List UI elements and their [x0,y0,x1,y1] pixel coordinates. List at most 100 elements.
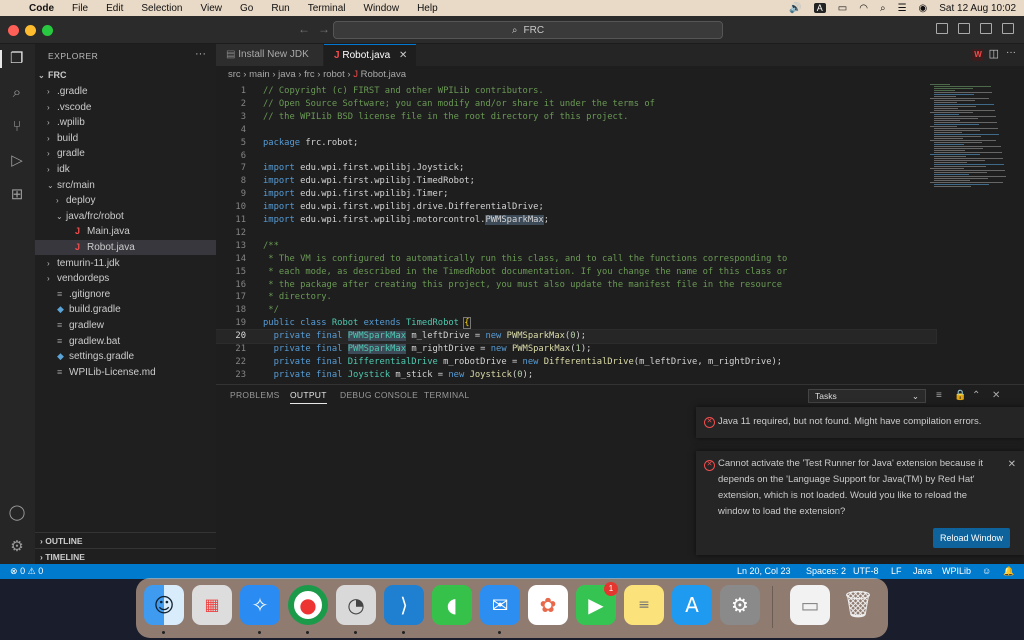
launchpad-icon[interactable]: ▦ [192,585,232,625]
workspace-root[interactable]: ⌄ FRC [35,68,216,83]
tree-item[interactable]: › temurin-11.jdk [35,256,216,271]
explorer-icon[interactable]: ❐ [0,50,35,68]
code-line[interactable]: 12 [216,227,936,240]
menu-go[interactable]: Go [231,3,262,14]
tree-item[interactable]: › gradle [35,146,216,161]
code-line[interactable]: 11 import edu.wpi.first.wpilibj.motorcont… [216,214,936,227]
more-actions-icon[interactable]: ··· [1006,47,1016,58]
tree-item[interactable]: › vendordeps [35,271,216,286]
tree-item[interactable]: › idk [35,162,216,177]
code-line[interactable]: 10 import edu.wpi.first.wpilibj.drive.Dif… [216,201,936,214]
volume-icon[interactable]: 🔊 [789,3,801,14]
extensions-icon[interactable]: ⊞ [8,186,26,204]
menu-app-code[interactable]: Code [20,3,63,14]
language-status[interactable]: Java [913,564,932,579]
instruments-icon[interactable]: ◔ [336,585,376,625]
minimap[interactable] [930,84,1010,194]
menu-file[interactable]: File [63,3,97,14]
tree-item[interactable]: ◆ settings.gradle [35,349,216,364]
search-icon[interactable]: ⌕ [8,84,26,102]
preview-icon[interactable]: ▭ [790,585,830,625]
code-line[interactable]: 5 package frc.robot; [216,137,936,150]
tree-item[interactable]: ≡ gradlew [35,318,216,333]
siri-icon[interactable]: ◉ [919,3,928,14]
menu-help[interactable]: Help [408,3,447,14]
breadcrumb-item[interactable]: main [249,69,270,80]
tree-item[interactable]: J Main.java [35,224,216,239]
code-line[interactable]: 17 * directory. [216,291,936,304]
menu-selection[interactable]: Selection [132,3,191,14]
feedback-icon[interactable]: ☺ [982,564,991,579]
clear-output-icon[interactable]: ≡ [936,390,942,401]
close-notification-icon[interactable]: ✕ [1008,457,1016,473]
timeline-section[interactable]: › TIMELINE [35,548,216,564]
toggle-panel-icon[interactable] [958,23,970,34]
tree-item[interactable]: ⌄ java/frc/robot [35,209,216,224]
tree-item[interactable]: › .vscode [35,100,216,115]
breadcrumb-item[interactable]: java [278,69,295,80]
tree-item[interactable]: J Robot.java [35,240,216,255]
tab-terminal[interactable]: TERMINAL [424,390,469,400]
finder-icon[interactable]: ☺ [144,585,184,625]
run-debug-icon[interactable]: ▷ [8,152,26,170]
zoom-window-button[interactable] [42,25,53,36]
encoding-status[interactable]: UTF-8 [853,564,879,579]
notes-icon[interactable]: ≡ [624,585,664,625]
menu-window[interactable]: Window [355,3,409,14]
tree-item[interactable]: ≡ gradlew.bat [35,334,216,349]
system-settings-icon[interactable]: ⚙ [720,585,760,625]
safari-icon[interactable]: ✧ [240,585,280,625]
tree-item[interactable]: ⌄ src/main [35,178,216,193]
close-panel-icon[interactable]: ✕ [992,390,1000,401]
navigation-arrows[interactable]: ←→ [298,22,338,36]
menu-edit[interactable]: Edit [97,3,132,14]
breadcrumb-item[interactable]: Robot.java [361,69,406,80]
menu-run[interactable]: Run [262,3,298,14]
tree-item[interactable]: ≡ .gitignore [35,287,216,302]
eol-status[interactable]: LF [891,564,902,579]
code-line[interactable]: 6 [216,150,936,163]
notifications-bell-icon[interactable]: 🔔 [1003,564,1014,579]
code-editor[interactable]: 1 // Copyright (c) FIRST and other WPILib… [216,84,1024,384]
minimize-window-button[interactable] [25,25,36,36]
cursor-position[interactable]: Ln 20, Col 23 [737,564,791,579]
wpilib-status[interactable]: WPILib [942,564,971,579]
tree-item[interactable]: ≡ WPILib-License.md [35,365,216,380]
tab-install-new-jdk[interactable]: ▤ Install New JDK [216,44,324,66]
outline-section[interactable]: › OUTLINE [35,532,216,548]
wifi-icon[interactable]: ◠ [859,3,868,14]
tab-debug-console[interactable]: DEBUG CONSOLE [340,390,418,400]
code-line[interactable]: 20 private final PWMSparkMax m_leftDrive… [216,329,937,345]
photos-icon[interactable]: ✿ [528,585,568,625]
indentation-status[interactable]: Spaces: 2 [806,564,846,579]
menubar-clock[interactable]: Sat 12 Aug 10:02 [939,3,1016,14]
code-line[interactable]: 8 import edu.wpi.first.wpilibj.TimedRobot… [216,175,936,188]
breadcrumb-item[interactable]: frc [304,69,315,80]
code-line[interactable]: 3 // the WPILib BSD license file in the r… [216,111,936,124]
tab-problems[interactable]: PROBLEMS [230,390,280,400]
tree-item[interactable]: › .gradle [35,84,216,99]
code-line[interactable]: 23 private final Joystick m_stick = new … [216,369,936,382]
wpilib-icon[interactable]: W [972,49,984,61]
more-actions-icon[interactable]: ··· [195,48,206,60]
tree-item[interactable]: › build [35,131,216,146]
maximize-panel-icon[interactable]: ⌃ [972,390,980,401]
close-window-button[interactable] [8,25,19,36]
chrome-icon[interactable]: ● [288,585,328,625]
mail-icon[interactable]: ✉ [480,585,520,625]
tree-item[interactable]: ◆ build.gradle [35,302,216,317]
toggle-secondary-sidebar-icon[interactable] [980,23,992,34]
tab-robot-java[interactable]: J Robot.java ✕ [324,44,416,66]
accounts-icon[interactable]: ◯ [8,504,26,522]
breadcrumb-item[interactable]: robot [323,69,345,80]
code-line[interactable]: 21 private final PWMSparkMax m_rightDriv… [216,343,936,356]
code-line[interactable]: 14 * The VM is configured to automatical… [216,253,936,266]
lock-icon[interactable]: 🔒 [954,390,966,401]
code-line[interactable]: 15 * each mode, as described in the Time… [216,266,936,279]
code-line[interactable]: 13 /** [216,240,936,253]
manage-gear-icon[interactable]: ⚙ [8,538,26,556]
code-line[interactable]: 4 [216,124,936,137]
code-line[interactable]: 2 // Open Source Software; you can modify… [216,98,936,111]
messages-icon[interactable]: ◖ [432,585,472,625]
code-line[interactable]: 1 // Copyright (c) FIRST and other WPILib… [216,85,936,98]
